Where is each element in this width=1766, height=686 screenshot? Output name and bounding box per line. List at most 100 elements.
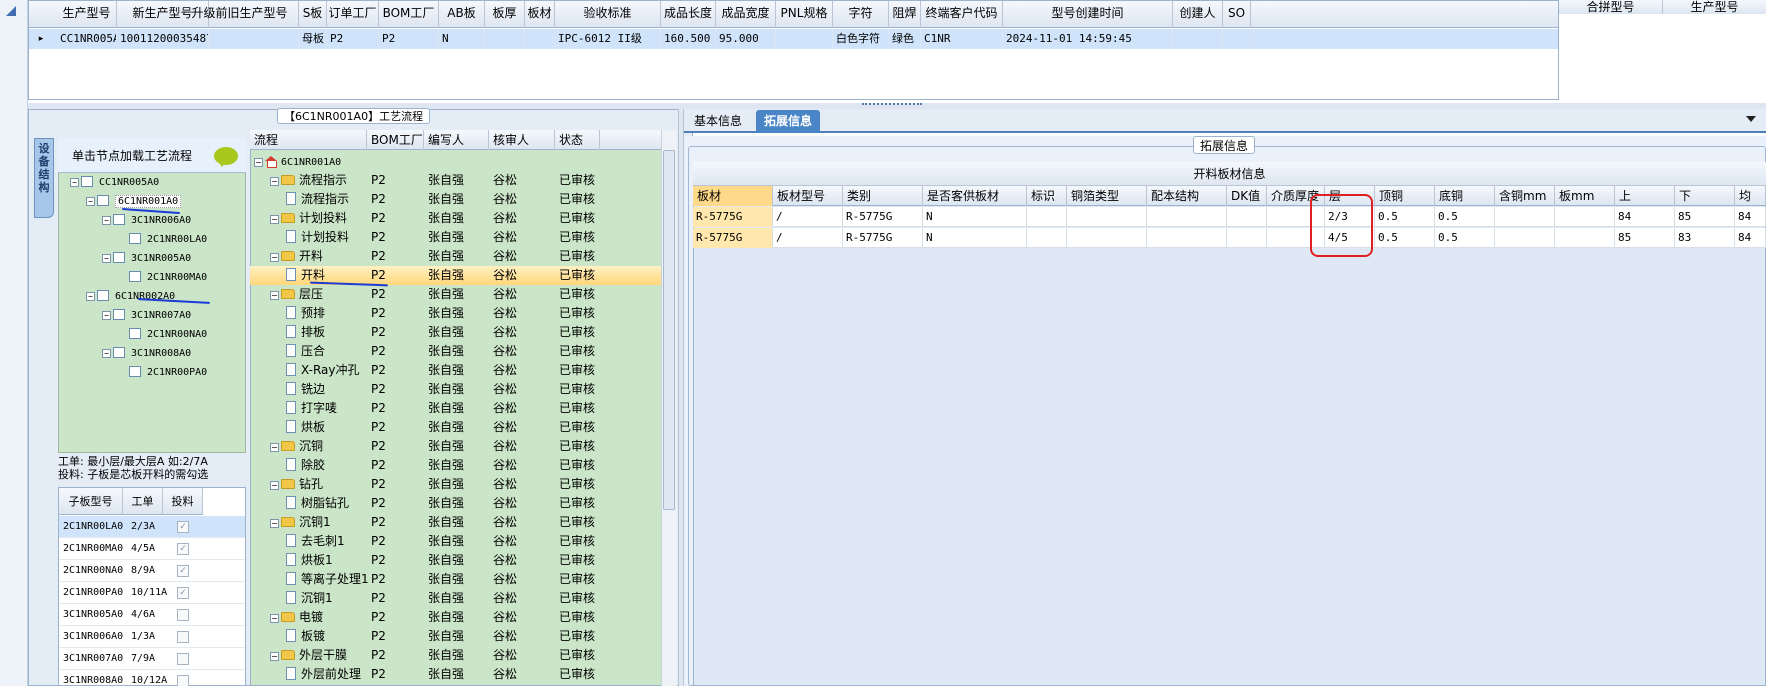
model-grid-cell[interactable] xyxy=(776,29,833,49)
material-cell[interactable]: R-5775G xyxy=(843,207,923,227)
material-cell[interactable]: 83 xyxy=(1675,228,1735,248)
material-cell[interactable] xyxy=(1027,207,1067,227)
column-header[interactable]: 板材 xyxy=(525,1,555,28)
process-name-cell[interactable]: − 电镀 xyxy=(270,608,323,627)
process-scroll-thumb[interactable] xyxy=(663,150,675,510)
material-cell[interactable] xyxy=(1495,228,1555,248)
process-name-cell[interactable]: − 开料 xyxy=(270,247,323,266)
collapse-icon[interactable]: − xyxy=(270,519,279,528)
collapse-icon[interactable]: − xyxy=(102,254,111,263)
material-cell[interactable] xyxy=(1555,228,1615,248)
column-header[interactable]: 编写人 xyxy=(424,130,489,150)
column-header[interactable]: 是否客供板材 xyxy=(923,186,1027,206)
collapse-icon[interactable]: − xyxy=(270,291,279,300)
process-name-cell[interactable]: 除胶 xyxy=(286,456,325,475)
process-row[interactable]: − 沉铜1 P2 张自强 谷松 已审核 xyxy=(250,513,661,532)
model-grid-cell[interactable] xyxy=(485,29,525,49)
column-header[interactable]: 类别 xyxy=(843,186,923,206)
process-name-cell[interactable]: 压合 xyxy=(286,342,325,361)
material-cell[interactable]: 85 xyxy=(1675,207,1735,227)
collapse-icon[interactable]: − xyxy=(102,216,111,225)
column-header[interactable]: 字符 xyxy=(833,1,889,28)
feed-checkbox[interactable] xyxy=(177,675,189,686)
collapse-icon[interactable]: − xyxy=(254,158,263,167)
process-row[interactable]: 沉铜1 P2 张自强 谷松 已审核 xyxy=(250,589,661,608)
process-name-cell[interactable]: − 6C1NR001A0 xyxy=(254,152,341,171)
process-name-cell[interactable]: 预排 xyxy=(286,304,325,323)
column-header[interactable]: 标识 xyxy=(1027,186,1067,206)
model-grid-cell[interactable] xyxy=(525,29,555,49)
material-cell[interactable]: R-5775G xyxy=(693,228,773,248)
process-row[interactable]: − 计划投料 P2 张自强 谷松 已审核 xyxy=(250,209,661,228)
material-cell[interactable]: R-5775G xyxy=(843,228,923,248)
process-name-cell[interactable]: 外层前处理 xyxy=(286,665,361,684)
column-header[interactable]: 上 xyxy=(1615,186,1675,206)
collapse-icon[interactable]: − xyxy=(270,215,279,224)
process-row[interactable]: 排板 P2 张自强 谷松 已审核 xyxy=(250,323,661,342)
column-header[interactable]: 合拼型号 xyxy=(1559,0,1663,14)
process-row[interactable]: 计划投料 P2 张自强 谷松 已审核 xyxy=(250,228,661,247)
process-row[interactable]: 除胶 P2 张自强 谷松 已审核 xyxy=(250,456,661,475)
column-header[interactable]: 生产型号 xyxy=(57,1,117,28)
material-cell[interactable]: 0.5 xyxy=(1375,207,1435,227)
process-name-cell[interactable]: 计划投料 xyxy=(286,228,349,247)
process-row[interactable]: − 外层干膜 P2 张自强 谷松 已审核 xyxy=(250,646,661,665)
process-row[interactable]: − 沉铜 P2 张自强 谷松 已审核 xyxy=(250,437,661,456)
column-header[interactable]: 子板型号 xyxy=(59,488,123,515)
collapse-icon[interactable]: − xyxy=(86,197,95,206)
process-name-cell[interactable]: X-Ray冲孔 xyxy=(286,361,359,380)
column-header[interactable]: SO xyxy=(1223,1,1251,28)
material-cell[interactable]: 0.5 xyxy=(1375,228,1435,248)
table-row[interactable]: 2C1NR00NA0 8/9A ✓ xyxy=(59,560,245,582)
material-cell[interactable] xyxy=(1027,228,1067,248)
process-name-cell[interactable]: − 外层干膜 xyxy=(270,646,347,665)
process-name-cell[interactable]: 烘板 xyxy=(286,418,325,437)
tree-node[interactable]: − 3C1NR006A0 xyxy=(102,213,191,229)
column-header[interactable]: 底铜 xyxy=(1435,186,1495,206)
material-cell[interactable]: R-5775G xyxy=(693,207,773,227)
process-name-cell[interactable]: 树脂钻孔 xyxy=(286,494,349,513)
material-cell[interactable] xyxy=(1555,207,1615,227)
process-name-cell[interactable]: − 钻孔 xyxy=(270,475,323,494)
material-cell[interactable]: N xyxy=(923,207,1027,227)
collapse-icon[interactable]: − xyxy=(270,614,279,623)
tree-node[interactable]: − 3C1NR007A0 xyxy=(102,308,191,324)
table-row[interactable]: R-5775G / R-5775G N 2/3 0.5 0.5 84 85 84 xyxy=(693,207,1766,227)
material-cell[interactable] xyxy=(1227,228,1267,248)
table-row[interactable]: 3C1NR008A0 10/12A xyxy=(59,670,245,686)
model-grid-cell[interactable]: P2 xyxy=(379,29,439,49)
column-header[interactable]: 投料 xyxy=(163,488,203,515)
table-row[interactable]: 3C1NR005A0 4/6A xyxy=(59,604,245,626)
model-grid-cell[interactable]: N xyxy=(439,29,485,49)
column-header[interactable]: 验收标准 xyxy=(555,1,661,28)
model-grid-cell[interactable]: 95.000 xyxy=(716,29,776,49)
process-row[interactable]: 板镀 P2 张自强 谷松 已审核 xyxy=(250,627,661,646)
feed-checkbox[interactable] xyxy=(177,653,189,665)
tree-node[interactable]: 2C1NR00MA0 xyxy=(118,270,207,286)
collapse-icon[interactable]: − xyxy=(270,481,279,490)
tree-node[interactable]: − CC1NR005A0 xyxy=(70,175,159,191)
process-row[interactable]: − 电镀 P2 张自强 谷松 已审核 xyxy=(250,608,661,627)
column-header[interactable]: DK值 xyxy=(1227,186,1267,206)
column-header[interactable]: 均 xyxy=(1735,186,1766,206)
tree-node[interactable]: − 3C1NR005A0 xyxy=(102,251,191,267)
model-grid-cell[interactable] xyxy=(181,29,299,49)
chevron-down-icon[interactable] xyxy=(1746,116,1756,122)
table-row[interactable]: 3C1NR006A0 1/3A xyxy=(59,626,245,648)
tab-basic-info[interactable]: 基本信息 xyxy=(686,110,750,133)
feed-checkbox[interactable]: ✓ xyxy=(177,587,189,599)
column-header[interactable]: 工单 xyxy=(123,488,163,515)
process-row[interactable]: 去毛刺1 P2 张自强 谷松 已审核 xyxy=(250,532,661,551)
collapse-icon[interactable]: − xyxy=(102,311,111,320)
model-grid-cell[interactable]: IPC-6012 II级 xyxy=(555,29,661,49)
collapse-icon[interactable]: − xyxy=(270,443,279,452)
column-header[interactable]: 核审人 xyxy=(489,130,555,150)
material-cell[interactable]: / xyxy=(773,207,843,227)
column-header[interactable]: 板厚 xyxy=(485,1,525,28)
process-name-cell[interactable]: 烘板1 xyxy=(286,551,333,570)
model-grid-cell[interactable]: P2 xyxy=(327,29,379,49)
process-row[interactable]: 预排 P2 张自强 谷松 已审核 xyxy=(250,304,661,323)
column-header[interactable]: 板材 xyxy=(693,186,773,206)
process-name-cell[interactable]: 铣边 xyxy=(286,380,325,399)
column-header[interactable]: 创建人 xyxy=(1173,1,1223,28)
